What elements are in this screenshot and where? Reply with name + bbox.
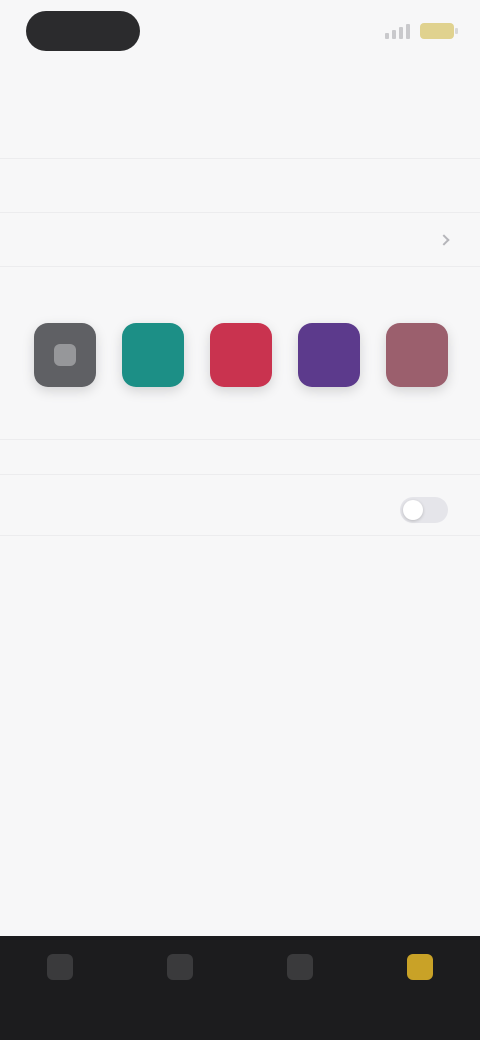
default-value	[430, 233, 450, 246]
option-row[interactable]	[0, 158, 480, 212]
swatch-purple[interactable]	[298, 323, 360, 387]
home-icon	[47, 954, 73, 980]
tab-settings[interactable]	[390, 954, 450, 988]
library-icon	[287, 954, 313, 980]
signal-icon	[385, 23, 410, 39]
swatch-gray[interactable]	[34, 323, 96, 387]
display-section	[0, 439, 480, 474]
battery-icon	[420, 23, 458, 39]
status-bar	[0, 0, 480, 62]
swatch-caption	[32, 387, 448, 439]
display-text	[32, 462, 448, 474]
search-icon	[167, 954, 193, 980]
dynamic-island	[26, 11, 140, 51]
color-swatches	[32, 301, 448, 387]
swatch-teal[interactable]	[122, 323, 184, 387]
page-header	[0, 62, 480, 158]
theme-text	[32, 289, 448, 301]
theme-section	[0, 266, 480, 439]
tab-library[interactable]	[270, 954, 330, 988]
check-icon	[54, 344, 76, 366]
settings-icon	[407, 954, 433, 980]
adaptive-section	[0, 474, 480, 535]
display-title	[32, 440, 448, 462]
adaptive-toggle[interactable]	[400, 497, 448, 523]
tab-home[interactable]	[30, 954, 90, 988]
swatch-red[interactable]	[210, 323, 272, 387]
theme-title	[32, 267, 448, 289]
tab-search[interactable]	[150, 954, 210, 988]
adaptive-text	[32, 523, 448, 535]
default-row[interactable]	[0, 212, 480, 266]
tab-bar	[0, 936, 480, 1040]
status-icons	[385, 23, 458, 39]
chevron-right-icon	[438, 233, 450, 246]
footer-label	[0, 535, 480, 560]
swatch-rose[interactable]	[386, 323, 448, 387]
